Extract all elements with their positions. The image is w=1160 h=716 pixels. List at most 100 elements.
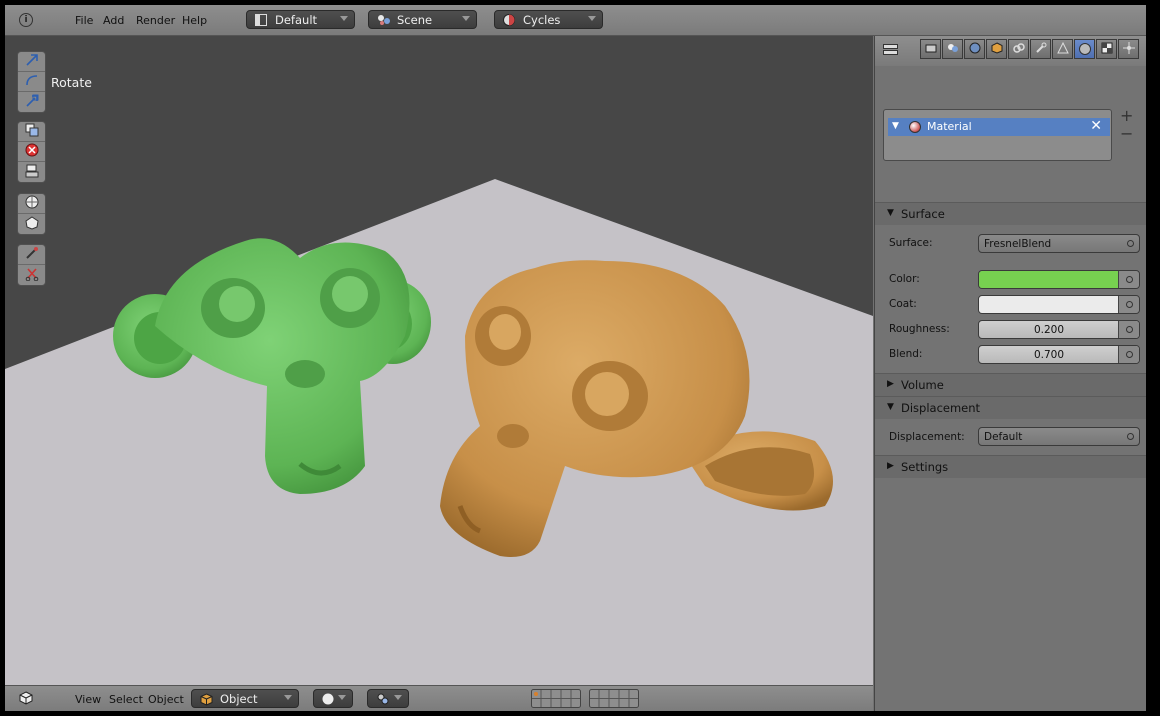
tab-constraints[interactable]	[1008, 39, 1029, 59]
translate-tool-button[interactable]	[18, 52, 45, 72]
color-field[interactable]	[978, 270, 1140, 289]
displacement-selector[interactable]: Default	[978, 427, 1140, 446]
flat-sphere-icon	[24, 215, 39, 233]
layout-selector[interactable]: Default	[246, 10, 355, 29]
color-socket[interactable]	[1118, 271, 1139, 288]
volume-section-header[interactable]: ▶ Volume	[875, 373, 1146, 396]
shade-smooth-button[interactable]	[18, 194, 45, 214]
join-tool-button[interactable]	[18, 162, 45, 182]
layers-grid-1[interactable]	[531, 689, 581, 711]
blend-slider[interactable]: 0.700	[978, 345, 1140, 364]
mode-selector[interactable]: Object	[191, 689, 299, 708]
coat-field[interactable]	[978, 295, 1140, 314]
rotate-tool-button[interactable]	[18, 72, 45, 92]
tab-data[interactable]	[1052, 39, 1073, 59]
add-slot-button[interactable]: +	[1120, 108, 1133, 124]
close-icon[interactable]: ✕	[1090, 118, 1102, 134]
menu-file[interactable]: File	[75, 14, 93, 27]
roughness-slider[interactable]: 0.200	[978, 320, 1140, 339]
layers-icon	[947, 43, 959, 56]
roughness-socket[interactable]	[1118, 321, 1139, 338]
transform-tools	[17, 51, 46, 113]
pivot-icon	[376, 692, 390, 709]
tab-layers[interactable]	[942, 39, 963, 59]
layout-label: Default	[275, 13, 318, 27]
scale-tool-button[interactable]	[18, 92, 45, 112]
socket-icon	[1126, 276, 1133, 283]
link-icon	[1012, 42, 1025, 57]
blend-socket[interactable]	[1118, 346, 1139, 363]
menu-object[interactable]: Object	[148, 693, 184, 706]
rotate-icon	[25, 73, 39, 90]
mode-label: Object	[220, 692, 258, 706]
socket-icon	[1126, 351, 1133, 358]
scene-icon	[377, 14, 391, 29]
triangle-down-icon: ▼	[892, 121, 899, 131]
delete-tool-button[interactable]	[18, 142, 45, 162]
chevron-down-icon	[588, 16, 596, 21]
world-icon	[969, 42, 981, 57]
scene-label: Scene	[397, 13, 433, 27]
menu-help[interactable]: Help	[182, 14, 207, 27]
chevron-down-icon	[394, 695, 402, 700]
info-icon[interactable]: i	[19, 13, 33, 27]
mesh-triangle-icon	[1056, 41, 1069, 57]
tab-material[interactable]	[1074, 39, 1095, 59]
shading-selector[interactable]	[313, 689, 353, 708]
blender-window: i File Add Render Help Default Scene Cyc…	[5, 5, 1146, 711]
duplicate-tool-button[interactable]	[18, 122, 45, 142]
surface-section-body: Surface: FresnelBlend Color: Coat: Rough…	[875, 225, 1146, 371]
tab-object[interactable]	[986, 39, 1007, 59]
settings-section-header[interactable]: ▶ Settings	[875, 455, 1146, 478]
layout-icon	[255, 14, 267, 29]
surface-section-header[interactable]: ▼ Surface	[875, 202, 1146, 225]
remove-slot-button[interactable]: −	[1120, 126, 1133, 142]
settings-section-title: Settings	[901, 460, 949, 474]
tab-particles[interactable]	[1118, 39, 1139, 59]
color-swatch[interactable]	[979, 271, 1119, 288]
triangle-down-icon: ▼	[887, 208, 894, 218]
triangle-right-icon: ▶	[887, 461, 894, 471]
socket-icon	[1126, 326, 1133, 333]
coat-swatch[interactable]	[979, 296, 1119, 313]
render-engine-label: Cycles	[523, 13, 561, 27]
knife-tool-button[interactable]	[18, 245, 45, 265]
cube-icon	[200, 693, 213, 709]
socket-icon	[1127, 240, 1134, 247]
material-icon	[909, 121, 921, 133]
pivot-selector[interactable]	[367, 689, 409, 708]
displacement-section-body: Displacement: Default	[875, 419, 1146, 453]
material-slot-item[interactable]: ▼ Material ✕	[888, 118, 1110, 136]
coat-socket[interactable]	[1118, 296, 1139, 313]
layers-grid-2[interactable]	[589, 689, 639, 711]
scissors-icon	[25, 267, 39, 284]
menu-add[interactable]: Add	[103, 14, 124, 27]
tab-modifiers[interactable]	[1030, 39, 1051, 59]
shade-flat-button[interactable]	[18, 214, 45, 234]
editor-type-icon[interactable]	[883, 44, 899, 59]
material-slot-list[interactable]: ▼ Material ✕	[883, 109, 1112, 161]
delete-icon	[25, 143, 39, 160]
view3d-icon[interactable]	[19, 691, 33, 708]
displacement-label: Displacement:	[889, 431, 965, 443]
cut-tool-button[interactable]	[18, 265, 45, 285]
3d-viewport[interactable]: Rotate	[5, 36, 873, 685]
blend-label: Blend:	[889, 348, 923, 360]
menu-render[interactable]: Render	[136, 14, 175, 27]
camera-icon	[925, 43, 937, 56]
properties-editor: ▼ Material ✕ + − ▼ Surface Surface: Fres…	[874, 36, 1146, 711]
roughness-value: 0.200	[1033, 324, 1065, 336]
top-header: i File Add Render Help Default Scene Cyc…	[5, 5, 1146, 36]
triangle-down-icon: ▼	[887, 402, 894, 412]
displacement-section-header[interactable]: ▼ Displacement	[875, 396, 1146, 419]
scene-selector[interactable]: Scene	[368, 10, 477, 29]
render-engine-selector[interactable]: Cycles	[494, 10, 603, 29]
tab-scene[interactable]	[964, 39, 985, 59]
triangle-right-icon: ▶	[887, 379, 894, 389]
tab-render[interactable]	[920, 39, 941, 59]
menu-view[interactable]: View	[75, 693, 101, 706]
scene-render[interactable]	[5, 36, 873, 685]
surface-shader-selector[interactable]: FresnelBlend	[978, 234, 1140, 253]
tab-texture[interactable]	[1096, 39, 1117, 59]
menu-select[interactable]: Select	[109, 693, 143, 706]
